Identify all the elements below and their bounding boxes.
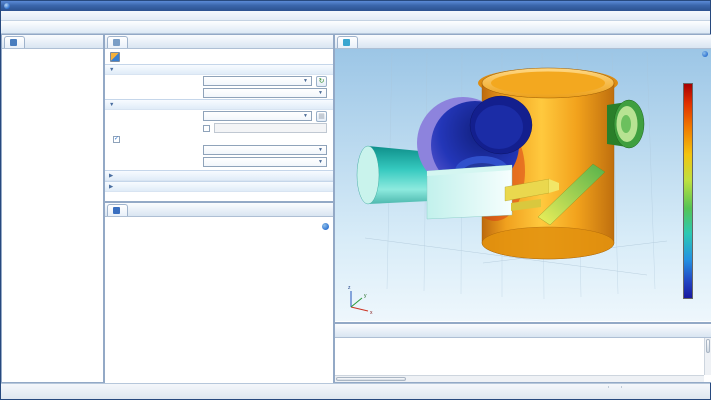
plot1-icon [113,207,120,214]
graphics-viewport[interactable]: z x y [335,49,711,322]
chevron-down-icon: ▼ [109,102,114,108]
main-area: ▼ ▼ ↻ ▼ [1,34,710,383]
frame-select[interactable]: ▼ [203,157,327,167]
title-field[interactable] [214,123,327,133]
edges-row: ✓ [105,134,333,144]
comsol-logo [700,51,708,57]
model-builder-column [1,34,104,383]
view-row: ▼ ▦ [105,110,333,122]
wafer-flange [607,100,644,148]
model-builder-panel [1,34,104,383]
comsol-logo-icon [322,223,329,230]
graphics-icon [343,39,350,46]
chevron-right-icon: ▶ [109,184,113,190]
settings-tabbar [105,35,333,49]
chevron-down-icon: ▼ [109,67,114,73]
model-builder-icon [10,39,17,46]
plot-panel [104,202,334,383]
color-row: ▼ [105,144,333,156]
middle-column: ▼ ▼ ↻ ▼ [104,34,334,383]
tab-model-builder[interactable] [4,36,25,48]
colorbar [683,83,693,299]
plot-edges-checkbox[interactable]: ✓ [113,136,120,143]
messages-body [335,338,711,382]
frame-row: ▼ [105,156,333,168]
chevron-down-icon: ▼ [318,147,323,153]
model-builder-tabbar [2,35,103,49]
vertical-scrollbar[interactable] [704,338,711,375]
chevron-down-icon: ▼ [303,78,308,84]
comsol-logo [320,223,329,230]
messages-panel [334,323,711,383]
line-chart [105,217,333,385]
title-row [105,122,333,134]
3d-scene: z x y [335,49,711,321]
settings-content: ▼ ▼ ↻ ▼ [105,49,333,201]
menu-bar [1,11,710,21]
comsol-window: ▼ ▼ ↻ ▼ [0,0,711,400]
section-plot-settings[interactable]: ▼ [105,99,333,110]
section-window-settings[interactable]: ▶ [105,181,333,192]
chevron-down-icon: ▼ [318,90,323,96]
graphics-panel: z x y [334,34,711,323]
settings-panel: ▼ ▼ ↻ ▼ [104,34,334,202]
settings-icon [113,39,120,46]
messages-tabbar [335,324,711,338]
memory-indicator [608,386,622,388]
dataset-select[interactable]: ▼ [203,76,312,86]
dataset-row: ▼ ↻ [105,75,333,87]
section-color-legend[interactable]: ▶ [105,170,333,181]
graphics-tabbar [335,35,711,49]
right-column: z x y [334,34,711,383]
tab-plot1[interactable] [107,204,128,216]
refresh-solution-button[interactable]: ↻ [316,76,327,87]
titlebar [1,1,710,11]
parameter-select[interactable]: ▼ [203,88,327,98]
horizontal-scrollbar[interactable] [335,375,704,382]
model-tree [2,49,103,382]
section-data[interactable]: ▼ [105,64,333,75]
settings-header [105,49,333,64]
color-select[interactable]: ▼ [203,145,327,155]
log-line [335,338,711,342]
chevron-down-icon: ▼ [303,113,308,119]
main-toolbar [1,21,710,34]
comsol-logo-icon [702,51,708,57]
title-checkbox[interactable] [203,125,210,132]
tab-graphics[interactable] [337,36,358,48]
scroll-thumb[interactable] [336,377,406,381]
app-icon [4,3,10,9]
tab-settings[interactable] [107,36,128,48]
plot-tabbar [105,203,333,217]
plot-group-3d-icon [110,52,120,62]
chevron-right-icon: ▶ [109,173,113,179]
go-to-view-button[interactable]: ▦ [316,111,327,122]
plot-area [105,217,333,387]
chevron-down-icon: ▼ [318,159,323,165]
view-select[interactable]: ▼ [203,111,312,121]
parameter-row: ▼ [105,87,333,99]
status-bar [1,383,710,399]
scroll-thumb[interactable] [706,339,710,353]
